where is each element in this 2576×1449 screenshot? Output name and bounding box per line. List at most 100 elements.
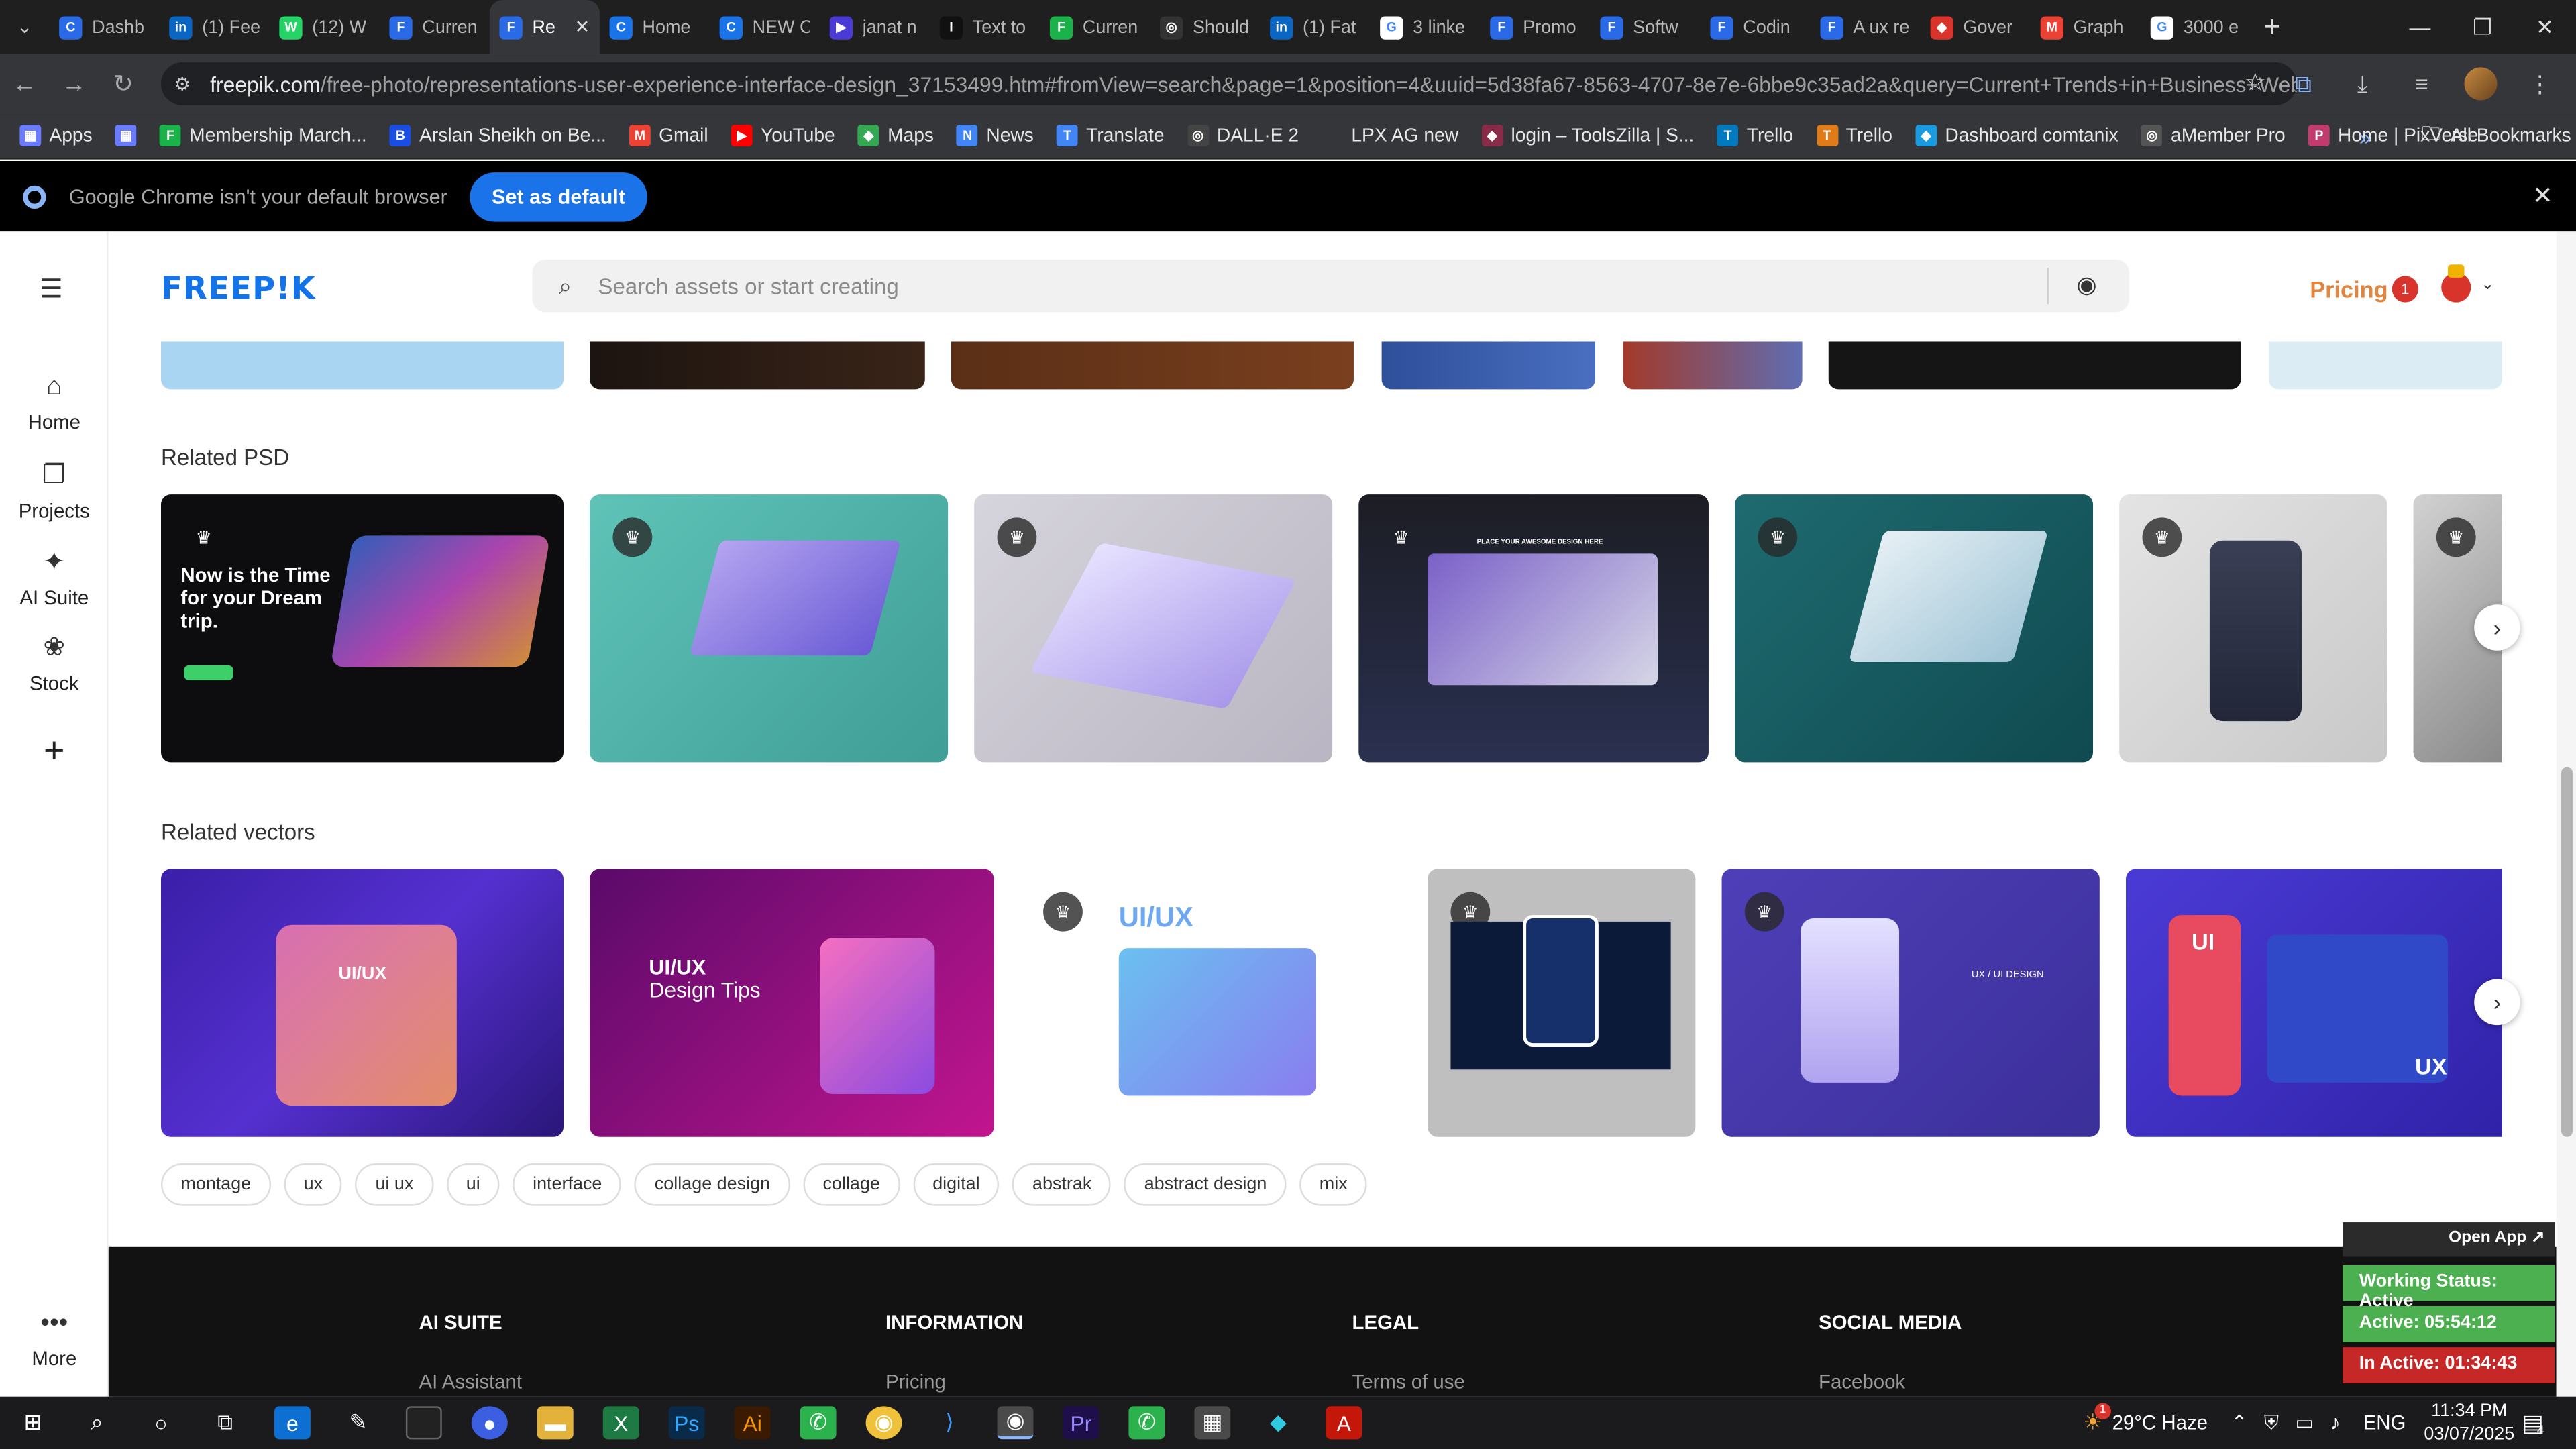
set-as-default-button[interactable]: Set as default — [470, 171, 647, 221]
excel-icon[interactable]: X — [602, 1406, 639, 1440]
photoshop-icon[interactable]: Ps — [668, 1406, 705, 1440]
browser-tab[interactable]: G 3000 e — [2141, 0, 2251, 54]
all-bookmarks-button[interactable]: 🗀 All Bookmarks — [2422, 113, 2571, 160]
acrobat-icon[interactable]: A — [1326, 1406, 1362, 1440]
psd-carousel-next-icon[interactable]: › — [2474, 604, 2520, 651]
terminal-icon[interactable] — [405, 1406, 442, 1440]
footer-link[interactable]: AI Assistant — [419, 1370, 522, 1393]
pricing-link[interactable]: Pricing — [2310, 276, 2387, 302]
browser-tab[interactable]: F A ux re — [1811, 0, 1921, 54]
chrome-active-icon[interactable]: ◉ — [997, 1406, 1034, 1440]
security-icon[interactable]: ⛨ — [2264, 1410, 2279, 1435]
tag-chip[interactable]: mix — [1299, 1163, 1368, 1206]
profile-avatar[interactable] — [2458, 61, 2504, 107]
browser-tab[interactable]: F Curren — [1040, 0, 1150, 54]
freepik-logo[interactable]: FREEP!K — [161, 271, 316, 307]
browser-tab[interactable]: ▶ janat n — [820, 0, 930, 54]
bookmark-item[interactable]: ▦ — [115, 125, 137, 146]
tab-close-icon[interactable]: ✕ — [575, 16, 590, 38]
minimize-icon[interactable]: — — [2389, 0, 2451, 54]
page-scrollbar[interactable] — [2556, 231, 2576, 1397]
infobar-close-icon[interactable]: ✕ — [2532, 180, 2553, 211]
tag-chip[interactable]: abstrak — [1012, 1163, 1112, 1206]
bookmark-item[interactable]: ◎ DALL·E 2 — [1187, 125, 1299, 146]
image-card[interactable] — [1623, 341, 1803, 390]
tag-chip[interactable]: digital — [912, 1163, 1000, 1206]
chrome-icon[interactable]: ◉ — [865, 1406, 902, 1440]
chevron-down-icon[interactable]: ⌄ — [2481, 276, 2495, 294]
bookmark-item[interactable]: T Translate — [1057, 125, 1165, 146]
vector-card[interactable]: UI UX — [2126, 869, 2502, 1137]
tab-search-chevron-icon[interactable]: ⌄ — [0, 0, 49, 54]
task-view-icon[interactable]: ⧉ — [207, 1406, 244, 1439]
psd-card[interactable]: ♛ — [2119, 494, 2387, 763]
psd-card[interactable]: ♛ — [974, 494, 1333, 763]
psd-card[interactable]: ♛ — [590, 494, 949, 763]
notification-center-icon[interactable]: ▤ 4 — [2522, 1397, 2544, 1449]
tag-chip[interactable]: montage — [161, 1163, 271, 1206]
download-icon[interactable]: ⤓ — [2339, 61, 2385, 107]
bookmark-item[interactable]: ◆ login – ToolsZilla | S... — [1481, 125, 1694, 146]
rail-ai-suite[interactable]: ✦ AI Suite — [0, 545, 109, 610]
browser-tab[interactable]: C Dashb — [49, 0, 159, 54]
notification-badge[interactable]: 1 — [2392, 276, 2418, 303]
bookmark-item[interactable]: T Trello — [1717, 125, 1793, 146]
vector-card[interactable]: ♛ UI/UX — [1020, 869, 1401, 1137]
bookmark-item[interactable]: F Membership March... — [160, 125, 367, 146]
search-input[interactable] — [598, 273, 2011, 299]
restore-icon[interactable]: ❐ — [2451, 0, 2514, 54]
media-control-icon[interactable]: ≡ — [2399, 61, 2445, 107]
bookmark-item[interactable]: LPX AG new — [1322, 125, 1458, 146]
psd-card[interactable]: ♛ PLACE YOUR AWESOME DESIGN HERE — [1358, 494, 1709, 763]
chrome-menu-icon[interactable]: ⋮ — [2517, 61, 2563, 107]
rail-projects[interactable]: ❐ Projects — [0, 458, 109, 523]
footer-link[interactable]: Facebook — [1819, 1370, 1962, 1393]
psd-card[interactable]: ♛ Now is the Time for your Dream trip. — [161, 494, 564, 763]
reload-icon[interactable]: ↻ — [99, 54, 148, 113]
footer-link[interactable]: Pricing — [885, 1370, 1023, 1393]
browser-tab[interactable]: C NEW C — [710, 0, 820, 54]
address-bar[interactable]: ⚙ freepik.com /free-photo/representation… — [161, 62, 2297, 105]
browser-tab[interactable]: W (12) W — [270, 0, 380, 54]
tag-chip[interactable]: collage design — [635, 1163, 790, 1206]
bookmark-item[interactable]: ◎ aMember Pro — [2141, 125, 2286, 146]
browser-tab[interactable]: F Curren — [380, 0, 490, 54]
forward-icon[interactable]: → — [49, 54, 98, 113]
vscode-icon[interactable]: ⟩ — [932, 1406, 968, 1439]
browser-tab[interactable]: ◎ Should — [1150, 0, 1260, 54]
clock[interactable]: 11:34 PM 03/07/2025 — [2424, 1397, 2514, 1449]
app-diamond-icon[interactable]: ◆ — [1260, 1406, 1296, 1439]
file-explorer-icon[interactable]: ▬ — [537, 1406, 574, 1440]
tag-chip[interactable]: abstract design — [1124, 1163, 1287, 1206]
new-tab-button[interactable]: + — [2251, 0, 2294, 54]
bookmarks-overflow-button[interactable]: » — [2359, 113, 2371, 160]
tag-chip[interactable]: collage — [803, 1163, 900, 1206]
hamburger-menu-icon[interactable]: ☰ — [40, 273, 63, 306]
browser-tab[interactable]: M Graph — [2031, 0, 2141, 54]
psd-card[interactable]: ♛ — [1735, 494, 2094, 763]
tag-chip[interactable]: ui ux — [356, 1163, 433, 1206]
browser-tab[interactable]: C Home — [600, 0, 710, 54]
bookmark-item[interactable]: ◆ Maps — [858, 125, 934, 146]
browser-tab[interactable]: in (1) Fee — [160, 0, 270, 54]
browser-tab[interactable]: F Codin — [1701, 0, 1811, 54]
user-avatar[interactable] — [2441, 264, 2471, 303]
search-icon[interactable]: ⌕ — [79, 1406, 115, 1439]
premiere-icon[interactable]: Pr — [1063, 1406, 1099, 1440]
extensions-icon[interactable]: ⧉ — [2280, 61, 2326, 107]
browser-tab[interactable]: I Text to — [930, 0, 1040, 54]
tag-chip[interactable]: ux — [284, 1163, 343, 1206]
image-card[interactable] — [1828, 341, 2241, 390]
cortana-icon[interactable]: ○ — [143, 1406, 179, 1439]
browser-tab[interactable]: F Re ✕ — [489, 0, 600, 54]
image-card[interactable] — [951, 341, 1354, 390]
vector-card[interactable]: ♛ — [1428, 869, 1696, 1137]
bookmark-item[interactable]: M Gmail — [629, 125, 708, 146]
network-icon[interactable]: ▭ — [2295, 1411, 2314, 1434]
browser-tab[interactable]: G 3 linke — [1370, 0, 1480, 54]
vectors-carousel-next-icon[interactable]: › — [2474, 979, 2520, 1026]
bookmark-item[interactable]: T Trello — [1816, 125, 1892, 146]
open-app-button[interactable]: Open App ↗ — [2343, 1222, 2555, 1257]
back-icon[interactable]: ← — [0, 54, 49, 113]
chevron-up-icon[interactable]: ⌃ — [2231, 1411, 2248, 1434]
